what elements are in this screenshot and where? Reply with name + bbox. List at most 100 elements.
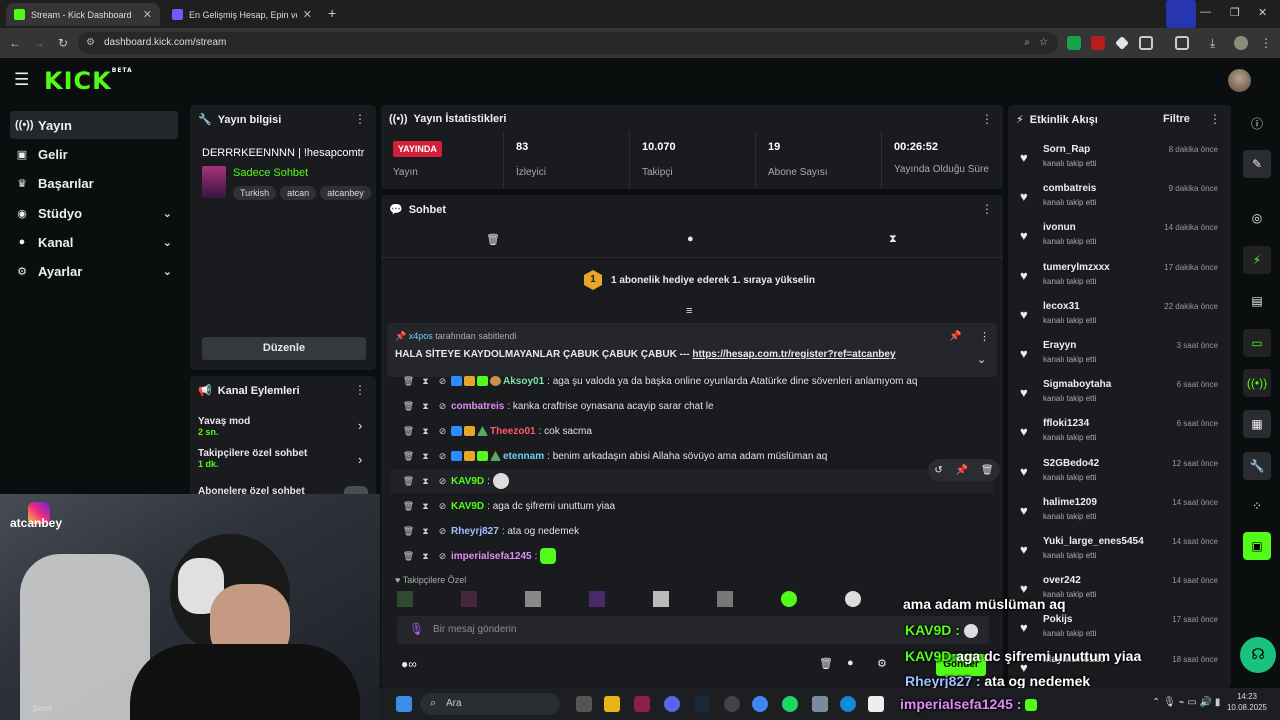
timeout-icon[interactable]: ⧗ [417, 451, 434, 462]
windows-start-icon[interactable] [396, 696, 412, 712]
taskbar-search[interactable]: ⌕ Ara [420, 693, 560, 715]
timeout-icon[interactable]: ⧗ [417, 426, 434, 437]
delete-icon[interactable]: 🗑 [400, 476, 417, 487]
bookmark-star-icon[interactable]: ☆ [1039, 32, 1048, 54]
activity-item[interactable]: ♥ combatreis kanalı takip etti 9 dakika önc… [1016, 180, 1220, 216]
extension-icon[interactable] [1091, 36, 1105, 50]
discord-icon[interactable] [664, 696, 680, 712]
chat-username[interactable]: combatreis [451, 401, 504, 412]
steam-icon[interactable] [694, 696, 710, 712]
activity-username[interactable]: Sorn_Rap [1043, 144, 1090, 155]
emote-icon[interactable] [781, 591, 797, 607]
timeout-icon[interactable]: ⧗ [417, 501, 434, 512]
delete-icon[interactable]: 🗑 [400, 426, 417, 437]
tab-hesap[interactable]: En Gelişmiş Hesap, Epin ve İtem ✕ [164, 3, 320, 26]
url-field[interactable]: ⚙ dashboard.kick.com/stream ⌕ ☆ [78, 32, 1058, 54]
filter-button[interactable]: Filtre [1163, 113, 1190, 125]
download-icon[interactable]: ⤓ [1210, 36, 1224, 50]
timeout-icon[interactable]: ⧗ [417, 526, 434, 537]
extensions-puzzle-icon[interactable] [1139, 36, 1153, 50]
close-window-icon[interactable]: ✕ [1258, 6, 1267, 19]
chat-username[interactable]: etennam [503, 451, 544, 462]
zoom-icon[interactable]: ⌕ [1024, 32, 1030, 54]
activity-username[interactable]: lecox31 [1043, 301, 1080, 312]
sidebar-item-kanal[interactable]: ● Kanal ⌄ [10, 228, 178, 256]
layout-icon[interactable]: ▦ [1243, 410, 1271, 438]
sidebar-item-studyo[interactable]: ◉ Stüdyo ⌄ [10, 199, 178, 227]
activity-username[interactable]: over242 [1043, 575, 1081, 586]
app-icon[interactable] [812, 696, 828, 712]
support-headset-icon[interactable]: ☊ [1240, 637, 1276, 673]
more-options-icon[interactable]: ⋮ [981, 202, 993, 216]
lightning-icon[interactable]: ⚡ [1243, 246, 1271, 274]
chevron-right-icon[interactable]: › [358, 418, 362, 433]
activity-item[interactable]: ♥ Sorn_Rap kanalı takip etti 8 dakika önce [1016, 141, 1220, 177]
activity-item[interactable]: ♥ S2GBedo42 kanalı takip etti 12 saat önce [1016, 455, 1220, 491]
activity-username[interactable]: ffloki1234 [1043, 418, 1089, 429]
ban-icon[interactable]: ⊘ [434, 451, 451, 462]
ban-icon[interactable]: ⊘ [434, 476, 451, 487]
spotify-icon[interactable] [782, 696, 798, 712]
more-options-icon[interactable]: ⋮ [979, 330, 990, 343]
activity-username[interactable]: Pokijs [1043, 614, 1072, 625]
sidebar-item-yayin[interactable]: ((•)) Yayın [10, 111, 178, 139]
chat-username[interactable]: KAV9D [451, 501, 484, 512]
more-options-icon[interactable]: ⋮ [354, 112, 366, 126]
activity-username[interactable]: Erayyn [1043, 340, 1076, 351]
sidebar-item-basarilar[interactable]: ♛ Başarılar [10, 169, 178, 197]
activity-username[interactable]: Sigmaboytaha [1043, 379, 1111, 390]
ban-icon[interactable]: ⊘ [434, 526, 451, 537]
delete-icon[interactable]: 🗑 [400, 501, 417, 512]
emote-icon[interactable] [461, 591, 477, 607]
user-avatar[interactable] [1228, 69, 1251, 92]
gift-leaderboard-text[interactable]: 1 abonelik hediye ederek 1. sıraya yükse… [611, 275, 815, 286]
slow-mode-row[interactable]: Yavaş mod 2 sn. [198, 416, 250, 437]
activity-item[interactable]: ♥ Yuki_large_enes5454 kanalı takip etti 14 … [1016, 533, 1220, 569]
edit-button[interactable]: Düzenle [202, 337, 366, 360]
chat-message[interactable]: 🗑 ⧗ ⊘ KAV9D: [400, 471, 509, 491]
chat-bubble-icon[interactable]: ▭ [1243, 329, 1271, 357]
chat-message[interactable]: 🗑 ⧗ ⊘ imperialsefa1245: [400, 546, 557, 566]
ban-icon[interactable]: ⊘ [434, 401, 451, 412]
pinned-by-user[interactable]: x4pos [409, 331, 433, 341]
chat-message[interactable]: 🗑 ⧗ ⊘ combatreis: kanka craftrise oynasana… [400, 396, 714, 416]
delete-icon[interactable]: 🗑 [400, 451, 417, 462]
activity-item[interactable]: ♥ Pokijs kanalı takip etti 17 saat önce [1016, 611, 1220, 647]
chat-bubble-icon[interactable]: ● [687, 233, 694, 245]
camera-icon[interactable]: ◎ [1243, 204, 1271, 232]
emote-icon[interactable] [525, 591, 541, 607]
pinned-link[interactable]: https://hesap.com.tr/register?ref=atcanb… [692, 349, 895, 360]
chat-username[interactable]: Theezo01 [490, 426, 536, 437]
document-icon[interactable]: ▤ [1243, 287, 1271, 315]
emote-icon[interactable] [589, 591, 605, 607]
timeout-icon[interactable]: ⧗ [417, 401, 434, 412]
edge-icon[interactable] [840, 696, 856, 712]
wrench-icon[interactable]: 🔧 [1243, 452, 1271, 480]
delete-icon[interactable]: 🗑 [400, 526, 417, 537]
chat-username[interactable]: imperialsefa1245 [451, 551, 532, 562]
delete-icon[interactable]: 🗑 [400, 401, 417, 412]
points-icon[interactable]: ●∞ [401, 657, 417, 671]
kick-logo[interactable]: KICKBETA [44, 67, 133, 95]
chevron-down-icon[interactable]: ⌄ [977, 353, 986, 366]
sidebar-item-ayarlar[interactable]: ⚙ Ayarlar ⌄ [10, 257, 178, 285]
back-icon[interactable]: ← [6, 34, 24, 52]
microphone-icon[interactable]: 🎙 [409, 622, 424, 636]
app-icon[interactable] [634, 696, 650, 712]
activity-username[interactable]: tumerylmzxxx [1043, 262, 1110, 273]
activity-username[interactable]: ivonun [1043, 222, 1076, 233]
info-icon[interactable]: ⓘ [1243, 110, 1271, 138]
activity-username[interactable]: combatreis [1043, 183, 1096, 194]
activity-username[interactable]: halime1209 [1043, 497, 1097, 508]
gear-icon[interactable]: ⚙ [877, 657, 887, 670]
chevron-right-icon[interactable]: › [358, 452, 362, 467]
chat-username[interactable]: Aksoy01 [503, 376, 544, 387]
emote-icon[interactable] [845, 591, 861, 607]
maximize-icon[interactable]: ❐ [1230, 6, 1240, 19]
delete-icon[interactable]: 🗑 [400, 551, 417, 562]
bot-icon[interactable]: ▣ [1243, 532, 1271, 560]
chat-bubble-icon[interactable]: ● [847, 657, 854, 669]
more-options-icon[interactable]: ⋮ [981, 112, 993, 126]
activity-item[interactable]: ♥ ivonun kanalı takip etti 14 dakika önce [1016, 219, 1220, 255]
taskbar-clock[interactable]: 14:23 10.08.2025 [1220, 691, 1274, 713]
